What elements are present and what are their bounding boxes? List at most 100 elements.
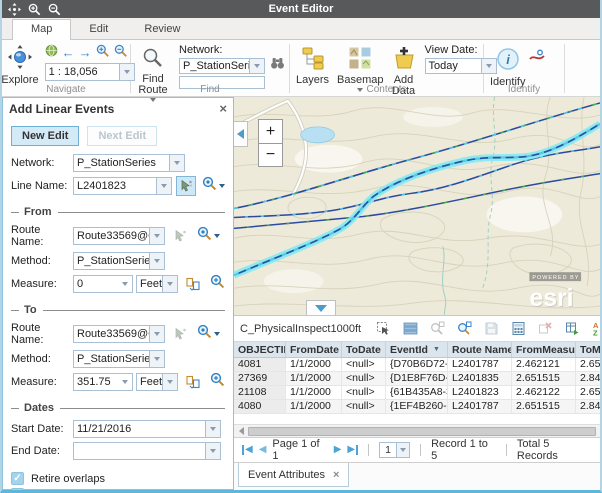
map-zoom-in-button[interactable]: + [258,119,283,143]
layers-icon [301,46,325,73]
column-header[interactable]: EventId▼ [386,342,448,357]
page-number-combobox[interactable]: 1 [379,442,410,458]
scroll-left-button[interactable] [234,425,248,437]
checkbox-row[interactable]: ✓ Merge coincident events [11,488,225,493]
from-method-combobox[interactable]: P_StationSeries [73,252,165,270]
checkbox-checked[interactable]: ✓ [11,488,24,493]
find-network-dropdown-button[interactable] [249,59,264,73]
select-line-on-map-button[interactable] [176,176,196,196]
zoom-to-to-route-icon[interactable] [197,324,212,344]
checkbox-label: Merge coincident events [31,489,150,493]
end-date-combobox[interactable] [73,442,221,460]
checkbox-row[interactable]: ✓ Retire overlaps [11,472,225,485]
page-indicator: Page 1 of 1 [272,438,327,462]
table-row[interactable]: 273691/1/2000<null>{D1E8F76D-FL24018352.… [234,372,600,386]
sort-descending-icon: ▼ [433,346,440,353]
panel-title: Add Linear Events [9,102,219,116]
from-route-dropdown-button[interactable] [149,228,164,244]
map-view[interactable]: POWERED BY esri esri + − [234,97,600,316]
new-edit-button[interactable]: New Edit [11,126,79,146]
next-extent-icon[interactable]: → [79,47,92,59]
column-header[interactable]: Route Name [448,342,512,357]
from-unit-dropdown-button[interactable] [162,276,177,292]
full-extent-icon[interactable] [45,44,58,62]
from-method-dropdown-button[interactable] [149,253,164,269]
explore-button[interactable]: Explore [0,43,43,87]
from-measure-dropdown-button[interactable] [117,276,132,292]
switch-selection-icon[interactable] [564,321,580,337]
zoom-to-from-route-icon[interactable] [197,226,212,246]
from-route-combobox[interactable]: Route33569@Cent [73,227,165,245]
binoculars-icon[interactable] [270,56,285,75]
column-header[interactable]: FromDate [286,342,342,357]
tab-edit[interactable]: Edit [71,20,126,39]
identify-route-location-icon[interactable] [529,49,545,68]
zoom-to-line-icon[interactable] [202,176,217,196]
table-row[interactable]: 40801/1/2000<null>{1EF4B260-FL24017872.6… [234,400,600,414]
start-date-combobox[interactable]: 11/21/2016 [73,420,221,438]
add-data-button[interactable]: Add Data [388,45,420,104]
to-measure-combobox[interactable]: 351.75 [73,373,133,391]
column-header[interactable]: ToDate [342,342,386,357]
from-unit-combobox[interactable]: Feet [136,275,178,293]
line-name-combobox[interactable]: L2401823 [73,177,172,195]
checkbox-label: Retire overlaps [31,473,105,485]
tab-map[interactable]: Map [12,19,71,40]
tab-review[interactable]: Review [126,20,198,39]
page-number-dropdown-button[interactable] [396,443,409,457]
find-network-combobox[interactable]: P_StationSeries [179,58,265,74]
collapse-table-button[interactable] [306,300,336,315]
to-method-dropdown-button[interactable] [149,351,164,367]
network-dropdown-button[interactable] [169,155,184,171]
first-page-button[interactable]: ◀ [242,445,253,455]
horizontal-scrollbar[interactable] [234,424,600,437]
find-route-icon [142,47,164,72]
panel-close-icon[interactable]: × [219,103,227,115]
zoom-to-from-measure-icon[interactable] [210,274,225,294]
identify-button[interactable]: i Identify [486,45,529,89]
line-name-dropdown-button[interactable] [156,178,171,194]
next-page-button[interactable]: ▶ [334,445,342,455]
previous-page-button[interactable]: ◀ [259,445,267,455]
to-offset-icon[interactable] [182,372,204,392]
zoom-to-to-route-caret[interactable] [214,332,220,336]
to-route-dropdown-button[interactable] [149,326,164,342]
select-to-route-on-map-button[interactable] [169,324,191,344]
collapse-panel-left-button[interactable] [234,121,248,147]
start-date-dropdown-button[interactable] [205,421,220,437]
to-route-combobox[interactable]: Route33569@Cent [73,325,165,343]
field-calculator-icon[interactable] [510,321,526,337]
checkbox-checked[interactable]: ✓ [11,472,24,485]
column-header[interactable]: ToMea [576,342,600,357]
end-date-dropdown-button[interactable] [205,443,220,459]
tab-event-attributes[interactable]: Event Attributes × [238,463,349,487]
to-measure-dropdown-button[interactable] [117,374,132,390]
zoom-to-line-caret[interactable] [219,184,225,188]
zoom-in-tool-icon[interactable] [96,44,110,63]
to-unit-dropdown-button[interactable] [162,374,177,390]
sort-icon[interactable]: AZ [591,321,602,337]
select-from-route-on-map-button[interactable] [169,226,191,246]
from-offset-icon[interactable] [182,274,204,294]
map-zoom-out-button[interactable]: − [258,143,283,167]
pan-to-selected-icon[interactable] [456,321,472,337]
from-measure-combobox[interactable]: 0 [73,275,133,293]
last-page-button[interactable]: ▶ [347,445,358,455]
table-row[interactable]: 211081/1/2000<null>{61B435A8-3L24018232.… [234,386,600,400]
show-selected-records-icon[interactable] [402,321,418,337]
scrollbar-thumb[interactable] [248,427,596,436]
to-unit-combobox[interactable]: Feet [136,373,178,391]
selection-options-icon[interactable] [375,321,391,337]
map-scale-combobox[interactable]: 1 : 18,056 [45,63,135,81]
table-row[interactable]: 40811/1/2000<null>{D70B6D72-3L24017872.4… [234,358,600,372]
to-method-combobox[interactable]: P_StationSeries [73,350,165,368]
network-combobox[interactable]: P_StationSeries [73,154,185,172]
zoom-to-from-route-caret[interactable] [214,234,220,238]
column-header[interactable]: OBJECTID [234,342,286,357]
tab-close-icon[interactable]: × [333,469,339,481]
previous-extent-icon[interactable]: ← [62,47,75,59]
zoom-out-tool-icon[interactable] [114,44,128,63]
layers-button[interactable]: Layers [292,45,333,87]
column-header[interactable]: FromMeasure [512,342,576,357]
zoom-to-to-measure-icon[interactable] [210,372,225,392]
